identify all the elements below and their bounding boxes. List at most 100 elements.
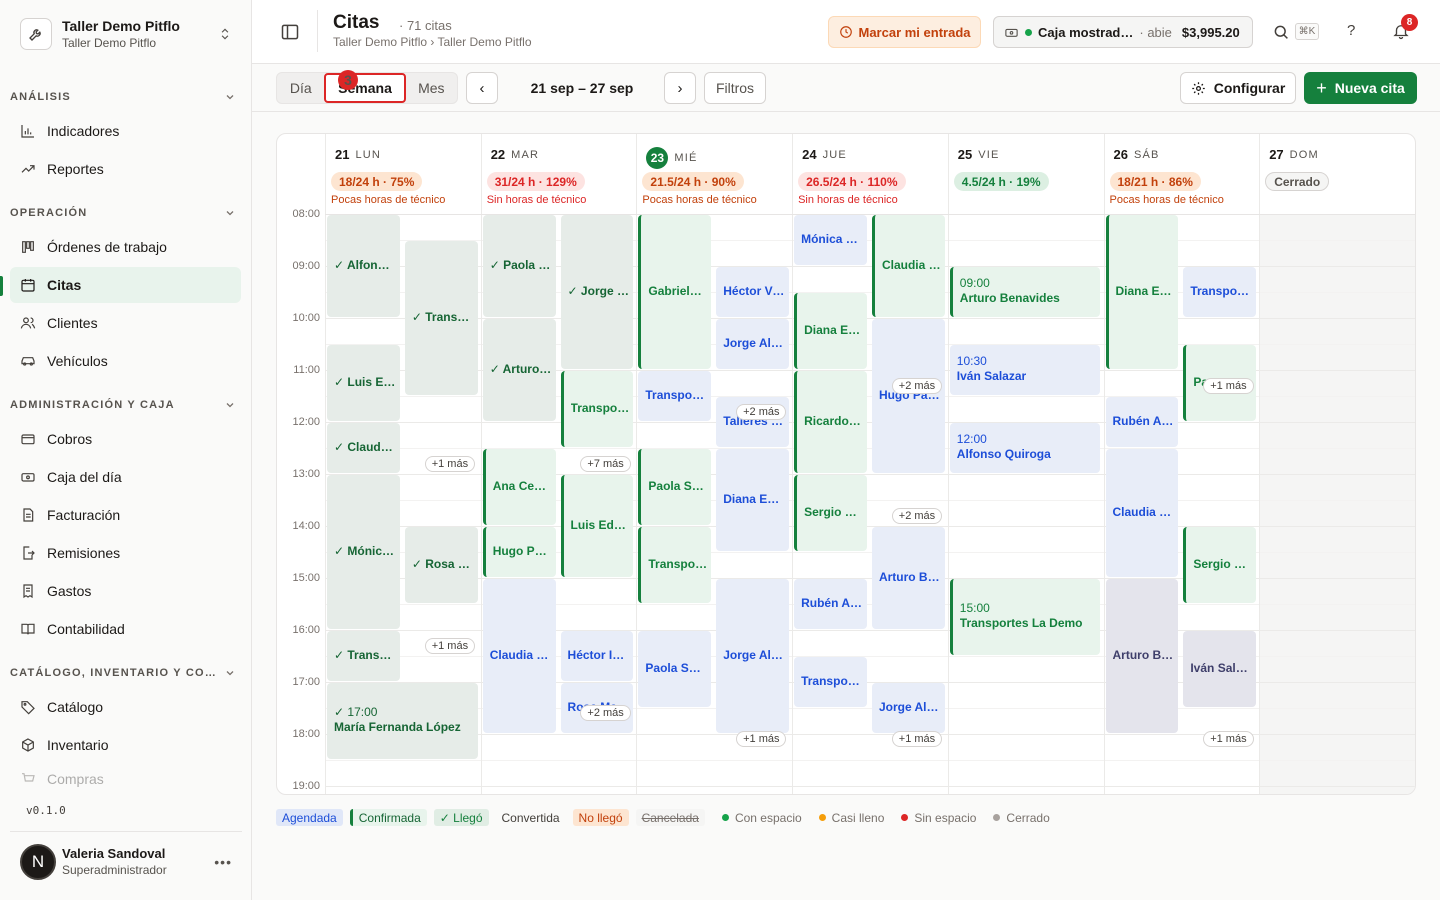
sidebar-item-ordenes[interactable]: Órdenes de trabajo	[10, 229, 241, 265]
more-appointments-pill[interactable]: +7 más	[580, 455, 631, 472]
appointment-card[interactable]: ✓ Arturo…	[482, 319, 556, 421]
appointment-card[interactable]: Héctor Vi…	[716, 267, 790, 317]
appointment-card[interactable]: Jorge Al…	[871, 683, 945, 733]
sidebar-item-gastos[interactable]: Gastos	[10, 573, 241, 609]
appointment-card[interactable]: Claudia …	[871, 215, 945, 317]
search-icon[interactable]	[1272, 23, 1290, 41]
appointment-card[interactable]: ✓ Claudi…	[327, 423, 400, 473]
day-header[interactable]: 26 SÁB 18/21 h · 86% Pocas horas de técnico	[1104, 134, 1260, 214]
more-appointments-pill[interactable]: +2 más	[891, 507, 943, 524]
appointment-card[interactable]: 12:00 Alfonso Quiroga	[949, 423, 1101, 473]
next-week-button[interactable]: ›	[664, 72, 696, 104]
filters-button[interactable]: Filtros	[704, 72, 766, 104]
more-appointments-pill[interactable]: +2 más	[736, 403, 787, 420]
appointment-card[interactable]: ✓ Alfons…	[327, 215, 400, 317]
appointment-card[interactable]: ✓ Paola …	[482, 215, 556, 317]
more-appointments-pill[interactable]: +1 más	[891, 731, 943, 748]
cash-register-button[interactable]: Caja mostrad… · abie $3,995.20	[993, 16, 1253, 48]
sidebar-item-cobros[interactable]: Cobros	[10, 421, 241, 457]
appointment-card[interactable]: Iván Sala…	[1183, 631, 1257, 707]
appointment-card[interactable]: 10:30 Iván Salazar	[949, 345, 1101, 395]
appointment-card[interactable]: Hugo Pa…	[482, 527, 556, 577]
appointment-card[interactable]: Ana Ceci…	[482, 449, 556, 525]
section-operacion[interactable]: OPERACIÓN	[10, 203, 235, 223]
appointment-card[interactable]: Transpo…	[560, 371, 634, 447]
sidebar-item-contabilidad[interactable]: Contabilidad	[10, 611, 241, 647]
appointment-card[interactable]: Diana Es…	[1105, 215, 1179, 369]
view-month[interactable]: Mes	[406, 73, 457, 103]
workspace-switcher[interactable]: Taller Demo Pitflo Taller Demo Pitflo	[10, 8, 242, 60]
sidebar-item-catalogo[interactable]: Catálogo	[10, 689, 241, 725]
appointment-card[interactable]: Diana Es…	[794, 293, 867, 369]
prev-week-button[interactable]: ‹	[466, 72, 498, 104]
clock-in-button[interactable]: Marcar mi entrada	[828, 16, 981, 48]
appointment-card[interactable]: ✓ Luis E…	[327, 345, 400, 421]
more-appointments-pill[interactable]: +1 más	[424, 637, 476, 654]
appointment-card[interactable]: Paola Sá…	[638, 449, 712, 525]
sidebar-item-clientes[interactable]: Clientes	[10, 305, 241, 341]
more-icon[interactable]: •••	[214, 854, 232, 870]
appointment-card[interactable]: Paola Sá…	[638, 631, 712, 707]
day-header[interactable]: 23 MIÉ 21.5/24 h · 90% Pocas horas de técni…	[636, 134, 792, 214]
day-header[interactable]: 27 DOM Cerrado	[1259, 134, 1415, 214]
section-catalogo[interactable]: CATÁLOGO, INVENTARIO Y CO…	[10, 663, 235, 683]
day-header[interactable]: 25 VIE 4.5/24 h · 19%	[948, 134, 1104, 214]
sidebar-item-facturacion[interactable]: Facturación	[10, 497, 241, 533]
appointment-card[interactable]: ✓ Mónic…	[327, 475, 400, 629]
appointment-card[interactable]: Claudia …	[1105, 449, 1179, 577]
sidebar-item-citas[interactable]: Citas	[10, 267, 241, 303]
sidebar-toggle-icon[interactable]	[280, 22, 300, 42]
appointment-card[interactable]: 09:00 Arturo Benavides	[949, 267, 1101, 317]
more-appointments-pill[interactable]: +2 más	[580, 705, 631, 722]
more-appointments-pill[interactable]: +2 más	[891, 377, 943, 394]
new-appointment-button[interactable]: + Nueva cita	[1304, 72, 1417, 104]
appointment-card[interactable]: Jorge Al…	[716, 579, 790, 733]
user-menu[interactable]: N Valeria Sandoval Superadministrador ••…	[10, 831, 242, 891]
sidebar-item-inventario[interactable]: Inventario	[10, 727, 241, 763]
more-appointments-pill[interactable]: +1 más	[424, 455, 476, 472]
appointment-card[interactable]: ✓ Trans…	[327, 631, 400, 681]
configure-button[interactable]: Configurar	[1180, 72, 1296, 104]
appointment-card[interactable]: Claudia …	[482, 579, 556, 733]
appointment-card[interactable]: Mónica T…	[794, 215, 867, 265]
sidebar-item-caja[interactable]: Caja del día	[10, 459, 241, 495]
view-day[interactable]: Día	[277, 73, 324, 103]
sidebar-item-indicadores[interactable]: Indicadores	[10, 113, 241, 149]
day-header[interactable]: 21 LUN 18/24 h · 75% Pocas horas de técnico	[325, 134, 481, 214]
more-appointments-pill[interactable]: +1 más	[1203, 731, 1254, 748]
appointment-card[interactable]: Hugo Pal…	[871, 319, 945, 473]
section-analisis[interactable]: ANÁLISIS	[10, 87, 235, 107]
appointment-card[interactable]: Sergio C…	[1183, 527, 1257, 603]
appointment-card[interactable]: Transpo…	[638, 527, 712, 603]
sidebar-item-reportes[interactable]: Reportes	[10, 151, 241, 187]
appointment-card[interactable]: Rubén Al…	[794, 579, 867, 629]
appointment-card[interactable]: Diana Es…	[716, 449, 790, 551]
day-header[interactable]: 24 JUE 26.5/24 h · 110% Sin horas de técnic…	[792, 134, 948, 214]
appointment-card[interactable]: 15:00 Transportes La Demo	[949, 579, 1101, 655]
more-appointments-pill[interactable]: +1 más	[1203, 377, 1254, 394]
appointment-card[interactable]: Rubén Al…	[1105, 397, 1179, 447]
appointment-card[interactable]: Luis Edu…	[560, 475, 634, 577]
appointment-card[interactable]: ✓ Trans…	[404, 241, 478, 395]
appointment-card[interactable]: ✓ Jorge …	[560, 215, 634, 369]
appointment-card[interactable]: Transpor…	[638, 371, 712, 421]
appointment-card[interactable]: Héctor Iv…	[560, 631, 634, 681]
appointment-card[interactable]: Arturo B…	[1105, 579, 1179, 733]
section-administracion[interactable]: ADMINISTRACIÓN Y CAJA	[10, 395, 235, 415]
appointment-card[interactable]: Sergio C…	[794, 475, 867, 551]
view-week[interactable]: Semana	[324, 73, 406, 103]
help-icon[interactable]: ?	[1347, 22, 1355, 39]
appointment-card[interactable]: Arturo B…	[871, 527, 945, 629]
appointment-card[interactable]: Gabriela…	[638, 215, 712, 369]
day-header[interactable]: 22 MAR 31/24 h · 129% Sin horas de técnico	[481, 134, 637, 214]
appointment-card[interactable]: Ricardo …	[794, 371, 867, 473]
appointment-card[interactable]: Transpor…	[1183, 267, 1257, 317]
more-appointments-pill[interactable]: +1 más	[736, 731, 787, 748]
sidebar-item-remisiones[interactable]: Remisiones	[10, 535, 241, 571]
appointment-card[interactable]: ✓ 17:00 María Fernanda López	[327, 683, 478, 759]
sidebar-item-compras[interactable]: Compras	[10, 765, 241, 793]
appointment-card[interactable]: Jorge Al…	[716, 319, 790, 369]
appointment-card[interactable]: Transpor…	[794, 657, 867, 707]
sidebar-item-vehiculos[interactable]: Vehículos	[10, 343, 241, 379]
appointment-card[interactable]: ✓ Rosa …	[404, 527, 478, 603]
